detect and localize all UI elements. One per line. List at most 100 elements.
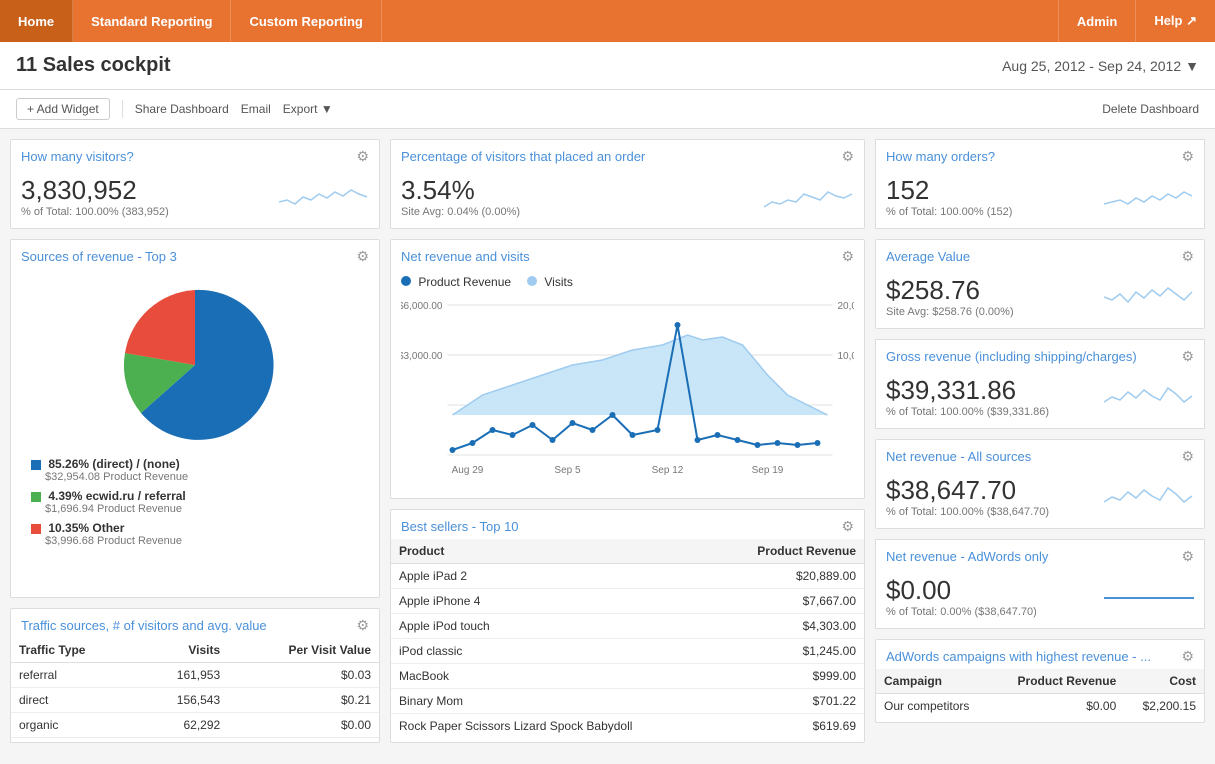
net-revenue-svg: $6,000.00 $3,000.00 20,000 10,000 (401, 295, 854, 485)
best-seller-row: MacBook$999.00 (391, 664, 864, 689)
legend-sub-1: $1,696.94 Product Revenue (45, 503, 359, 515)
traffic-gear-icon[interactable]: ⚙ (356, 617, 369, 634)
net-revenue-adwords-gear-icon[interactable]: ⚙ (1181, 548, 1194, 565)
net-revenue-all-gear-icon[interactable]: ⚙ (1181, 448, 1194, 465)
legend-color-0 (31, 460, 41, 470)
net-revenue-adwords-title: Net revenue - AdWords only (886, 549, 1048, 564)
net-revenue-chart-gear-icon[interactable]: ⚙ (841, 248, 854, 265)
net-revenue-adwords-stat-left: $0.00 % of Total: 0.00% ($38,647.70) (886, 575, 1037, 618)
page-header: 11 Sales cockpit Aug 25, 2012 - Sep 24, … (0, 42, 1215, 90)
conversion-gear-icon[interactable]: ⚙ (841, 148, 854, 165)
svg-text:Sep 12: Sep 12 (652, 465, 684, 476)
sources-gear-icon[interactable]: ⚙ (356, 248, 369, 265)
email-button[interactable]: Email (241, 102, 271, 116)
legend-sub-0: $32,954.08 Product Revenue (45, 471, 359, 483)
traffic-col-value: Per Visit Value (228, 638, 379, 663)
legend-label-1: 4.39% ecwid.ru / referral (48, 489, 185, 503)
traffic-cell-visits: 62,292 (137, 713, 228, 738)
traffic-cell-visits: 156,543 (137, 688, 228, 713)
best-seller-cell-product: Apple iPad 2 (391, 564, 715, 589)
sources-widget-title: Sources of revenue - Top 3 (21, 249, 177, 264)
best-seller-row: Apple iPad 2$20,889.00 (391, 564, 864, 589)
gross-revenue-stat-left: $39,331.86 % of Total: 100.00% ($39,331.… (886, 375, 1049, 418)
net-revenue-adwords-stat-row: $0.00 % of Total: 0.00% ($38,647.70) (886, 575, 1194, 618)
best-sellers-title: Best sellers - Top 10 (401, 519, 519, 534)
avg-value-gear-icon[interactable]: ⚙ (1181, 248, 1194, 265)
delete-dashboard-button[interactable]: Delete Dashboard (1102, 102, 1199, 116)
visitors-widget: How many visitors? ⚙ 3,830,952 % of Tota… (10, 139, 380, 229)
legend-color-2 (31, 524, 41, 534)
traffic-row: organic62,292$0.00 (11, 713, 379, 738)
visitors-widget-body: 3,830,952 % of Total: 100.00% (383,952) (11, 169, 379, 228)
net-revenue-adwords-widget: Net revenue - AdWords only ⚙ $0.00 % of … (875, 539, 1205, 629)
avg-value-title: Average Value (886, 249, 970, 264)
net-revenue-all-stat-row: $38,647.70 % of Total: 100.00% ($38,647.… (886, 475, 1194, 518)
best-sellers-table: Product Product Revenue Apple iPad 2$20,… (391, 539, 864, 738)
net-revenue-adwords-body: $0.00 % of Total: 0.00% ($38,647.70) (876, 569, 1204, 628)
nav-custom-reporting[interactable]: Custom Reporting (231, 0, 381, 42)
traffic-cell-type: direct (11, 688, 137, 713)
gross-revenue-widget: Gross revenue (including shipping/charge… (875, 339, 1205, 429)
adwords-row: Our competitors$0.00$2,200.15 (876, 694, 1204, 719)
net-revenue-all-body: $38,647.70 % of Total: 100.00% ($38,647.… (876, 469, 1204, 528)
visitors-widget-title: How many visitors? (21, 149, 134, 164)
orders-stat-row: 152 % of Total: 100.00% (152) (886, 175, 1194, 218)
traffic-col-type: Traffic Type (11, 638, 137, 663)
col-right: How many orders? ⚙ 152 % of Total: 100.0… (875, 139, 1205, 743)
orders-stat-left: 152 % of Total: 100.00% (152) (886, 175, 1012, 218)
adwords-cell-campaign: Our competitors (876, 694, 992, 719)
gross-revenue-title: Gross revenue (including shipping/charge… (886, 349, 1137, 364)
legend-dot-revenue (401, 276, 411, 286)
gross-revenue-body: $39,331.86 % of Total: 100.00% ($39,331.… (876, 369, 1204, 428)
chart-legend: Product Revenue Visits (401, 275, 854, 289)
gross-revenue-gear-icon[interactable]: ⚙ (1181, 348, 1194, 365)
date-range[interactable]: Aug 25, 2012 - Sep 24, 2012 ▼ (1002, 58, 1199, 74)
traffic-col-visits: Visits (137, 638, 228, 663)
visitors-gear-icon[interactable]: ⚙ (356, 148, 369, 165)
adwords-widget: AdWords campaigns with highest revenue -… (875, 639, 1205, 723)
conversion-sub: Site Avg: 0.04% (0.00%) (401, 206, 520, 218)
nav-help[interactable]: Help ↗ (1135, 0, 1215, 42)
gross-revenue-stat-row: $39,331.86 % of Total: 100.00% ($39,331.… (886, 375, 1194, 418)
legend-product-revenue: Product Revenue (401, 275, 511, 289)
conversion-widget-title: Percentage of visitors that placed an or… (401, 149, 645, 164)
net-revenue-chart-area: Product Revenue Visits $6,000.00 $3,0 (391, 269, 864, 498)
orders-gear-icon[interactable]: ⚙ (1181, 148, 1194, 165)
visitors-widget-header: How many visitors? ⚙ (11, 140, 379, 169)
main-grid: How many visitors? ⚙ 3,830,952 % of Tota… (0, 129, 1215, 753)
best-seller-cell-revenue: $7,667.00 (715, 589, 864, 614)
conversion-stat-row: 3.54% Site Avg: 0.04% (0.00%) (401, 175, 854, 218)
export-button[interactable]: Export ▼ (283, 102, 333, 116)
orders-sparkline (1104, 182, 1194, 212)
share-dashboard-button[interactable]: Share Dashboard (135, 102, 229, 116)
best-seller-cell-product: Binary Mom (391, 689, 715, 714)
adwords-gear-icon[interactable]: ⚙ (1181, 648, 1194, 665)
traffic-cell-type: referral (11, 663, 137, 688)
net-revenue-all-title: Net revenue - All sources (886, 449, 1031, 464)
traffic-widget-body: Traffic Type Visits Per Visit Value refe… (11, 638, 379, 742)
nav-home[interactable]: Home (0, 0, 73, 42)
legend-dot-visits (527, 276, 537, 286)
traffic-cell-value: $0.21 (228, 688, 379, 713)
conversion-widget-body: 3.54% Site Avg: 0.04% (0.00%) (391, 169, 864, 228)
adwords-widget-body: Campaign Product Revenue Cost Our compet… (876, 669, 1204, 722)
best-seller-cell-product: Apple iPhone 4 (391, 589, 715, 614)
nav-standard-reporting[interactable]: Standard Reporting (73, 0, 231, 42)
legend-label-2: 10.35% Other (48, 521, 124, 535)
date-range-chevron: ▼ (1185, 58, 1199, 74)
nav-admin[interactable]: Admin (1058, 0, 1135, 42)
col-mid: Percentage of visitors that placed an or… (390, 139, 865, 743)
legend-color-1 (31, 492, 41, 502)
gross-revenue-sub: % of Total: 100.00% ($39,331.86) (886, 406, 1049, 418)
gross-revenue-value: $39,331.86 (886, 375, 1049, 406)
nav-right: Admin Help ↗ (1058, 0, 1215, 42)
orders-value: 152 (886, 175, 1012, 206)
best-sellers-gear-icon[interactable]: ⚙ (841, 518, 854, 535)
net-revenue-all-value: $38,647.70 (886, 475, 1049, 506)
visitors-value: 3,830,952 (21, 175, 169, 206)
avg-value-stat-left: $258.76 Site Avg: $258.76 (0.00%) (886, 275, 1014, 318)
add-widget-button[interactable]: + Add Widget (16, 98, 110, 120)
traffic-row: referral161,953$0.03 (11, 663, 379, 688)
net-revenue-chart-header: Net revenue and visits ⚙ (391, 240, 864, 269)
best-seller-cell-revenue: $999.00 (715, 664, 864, 689)
